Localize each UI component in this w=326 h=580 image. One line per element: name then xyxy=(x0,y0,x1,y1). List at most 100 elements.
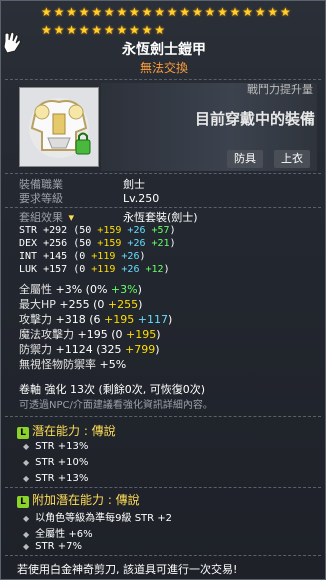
additional-potential-line: STR +7% xyxy=(23,541,82,552)
divider xyxy=(5,173,321,174)
set-row: 套組效果 ▾ 永恆套裝(劍士) xyxy=(19,211,198,224)
potential-line: STR +10% xyxy=(23,457,88,468)
extra-stat-row: 魔法攻擊力 +195 (0 +195) xyxy=(19,328,161,341)
divider xyxy=(5,487,321,488)
extra-stat-bonus: +255 xyxy=(107,298,139,311)
extra-stat-value: +255 xyxy=(55,298,90,311)
additional-potential-header: L 附加潛在能力 : 傳說 xyxy=(17,491,140,508)
stat-row: DEX +256 (50 +159 +26 +21) xyxy=(19,238,176,249)
stat-scroll: +26 xyxy=(121,251,140,262)
star-icon: ★ xyxy=(116,23,128,37)
potential-header: L 潛在能力 : 傳說 xyxy=(17,422,116,439)
stat-bonus: +119 xyxy=(91,251,116,262)
star-icon: ★ xyxy=(179,5,191,19)
stat-bonus: +159 xyxy=(97,238,122,249)
category-tag-armor: 防具 xyxy=(227,150,263,168)
legendary-icon: L xyxy=(17,496,29,508)
star-icon: ★ xyxy=(41,5,52,19)
legendary-icon: L xyxy=(17,427,29,439)
item-tooltip: ★★★★★★★★★★★★★★★★★★★★ ★★★★★★★★★★★★★★★★★★★… xyxy=(0,0,326,580)
extra-stat-name: 全屬性 xyxy=(19,283,52,296)
additional-potential-line: 全屬性 +6% xyxy=(23,525,92,540)
stat-row: STR +292 (50 +159 +26 +57) xyxy=(19,225,176,236)
star-icon: ★ xyxy=(91,5,103,19)
extra-stat-bonus: +195 xyxy=(104,313,135,326)
potential-title: 潛在能力 : 傳說 xyxy=(32,424,116,438)
star-icon: ★ xyxy=(279,5,291,19)
stat-row: INT +145 (0 +119 +26) xyxy=(19,251,146,262)
star-icon: ★ xyxy=(103,5,115,19)
extra-stat-scroll: +117 xyxy=(137,313,168,326)
stat-total: +157 xyxy=(43,264,68,275)
stat-name: STR xyxy=(19,225,44,236)
item-image xyxy=(19,87,99,167)
stat-name: INT xyxy=(19,251,44,262)
stat-base: (0 xyxy=(67,251,92,262)
star-icon: ★ xyxy=(66,5,77,19)
set-label: 套組效果 xyxy=(19,211,63,224)
star-icon: ★ xyxy=(129,23,140,37)
extra-stat-close: ) xyxy=(156,328,161,341)
job-label: 裝備職業 xyxy=(19,178,63,191)
star-icon: ★ xyxy=(53,23,65,37)
star-icon: ★ xyxy=(116,5,128,19)
stat-close: ) xyxy=(139,251,146,262)
extra-stat-name: 最大HP xyxy=(19,298,56,311)
divider xyxy=(5,207,321,208)
stat-scroll: +26 xyxy=(121,264,140,275)
star-icon: ★ xyxy=(78,23,90,37)
extra-stat-base: (6 xyxy=(85,313,105,326)
extra-stat-name: 攻擊力 xyxy=(19,313,52,326)
stat-close: ) xyxy=(169,225,176,236)
star-icon: ★ xyxy=(41,23,52,37)
starforce-stars: ★★★★★★★★★★★★★★★★★★★★ ★★★★★★★★★★★★★★★★★★★… xyxy=(1,4,326,38)
star-icon: ★ xyxy=(166,5,178,19)
stat-base: (50 xyxy=(67,225,98,236)
star-icon: ★ xyxy=(78,5,90,19)
star-icon: ★ xyxy=(91,23,103,37)
stat-name: LUK xyxy=(19,264,44,275)
stat-close: ) xyxy=(169,238,176,249)
star-icon: ★ xyxy=(66,23,77,37)
category-tag-top: 上衣 xyxy=(274,150,310,168)
scroll-info: 卷軸 強化 13次 (剩餘0次, 可恢復0次) xyxy=(19,383,206,396)
extra-stat-base: (0 xyxy=(107,328,127,341)
scroll-note: 可透過NPC/介面建議看強化資訊詳細內容。 xyxy=(19,400,213,411)
divider xyxy=(5,555,321,556)
level-row: 要求等級 Lv.250 xyxy=(19,192,159,205)
stat-close: ) xyxy=(163,264,170,275)
power-increase-label: 戰鬥力提升量 xyxy=(247,83,313,96)
divider xyxy=(5,79,321,80)
extra-stat-bonus: +799 xyxy=(125,343,156,356)
extra-stat-close: ) xyxy=(155,343,160,356)
stat-base: (50 xyxy=(67,238,98,249)
trade-hint: 若使用白金神奇剪刀, 該道具可進行一次交易! xyxy=(17,563,238,576)
extra-stat-close: ) xyxy=(167,313,173,326)
stat-star: +57 xyxy=(151,225,170,236)
extra-stat-row: 攻擊力 +318 (6 +195 +117) xyxy=(19,313,172,326)
star-icon: ★ xyxy=(204,5,216,19)
potential-line: STR +13% xyxy=(23,473,88,484)
stat-total: +145 xyxy=(43,251,68,262)
job-value: 劍士 xyxy=(123,178,145,191)
stat-scroll: +26 xyxy=(127,238,146,249)
star-icon: ★ xyxy=(191,5,203,19)
additional-potential-line: 以角色等級為準每9級 STR +2 xyxy=(23,509,172,524)
extra-stat-name: 無視怪物防禦率 xyxy=(19,358,96,371)
stat-row: LUK +157 (0 +119 +26 +12) xyxy=(19,264,170,275)
star-icon: ★ xyxy=(217,5,228,19)
star-icon: ★ xyxy=(154,23,165,37)
job-row: 裝備職業 劍士 xyxy=(19,178,145,191)
stat-star: +21 xyxy=(151,238,170,249)
extra-stat-row: 全屬性 +3% (0% +3%) xyxy=(19,283,142,296)
extra-stat-value: +318 xyxy=(52,313,86,326)
extra-stat-row: 防禦力 +1124 (325 +799) xyxy=(19,343,160,356)
armor-icon xyxy=(29,98,91,158)
divider xyxy=(5,416,321,417)
extra-stat-close: ) xyxy=(138,298,143,311)
set-value: 永恆套裝(劍士) xyxy=(123,211,198,224)
star-row-top: ★ ★ ★ ★ ★ ★ ★ ★ ★ ★ ★ ★ ★ ★ ★ ★ ★ ★ ★ ★ xyxy=(41,6,291,18)
star-icon: ★ xyxy=(229,5,241,19)
stat-total: +256 xyxy=(43,238,68,249)
extra-stat-base: (325 xyxy=(92,343,125,356)
